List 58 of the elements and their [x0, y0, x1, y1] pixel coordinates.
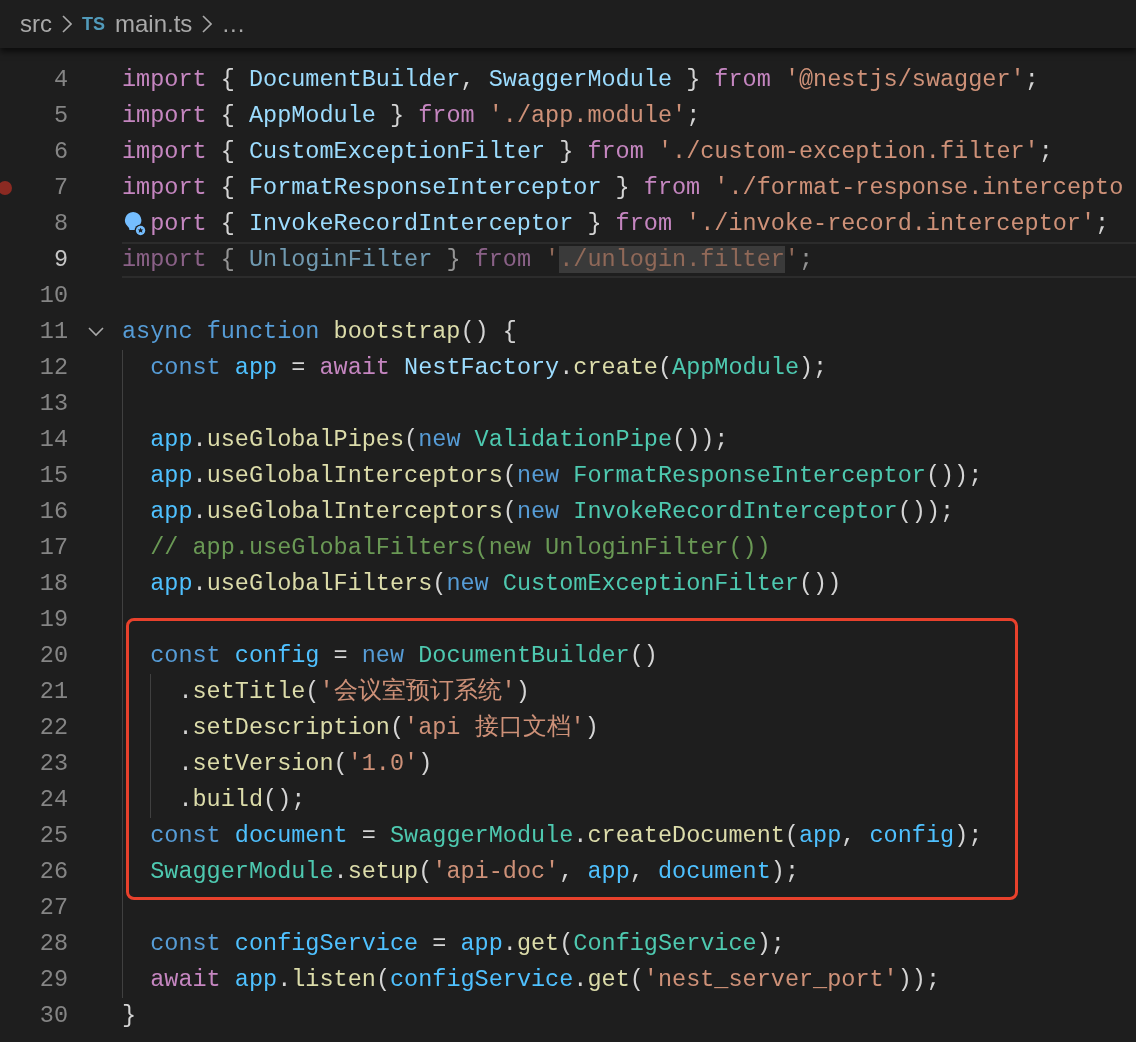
- lightbulb-icon[interactable]: [122, 210, 148, 238]
- line-number: 8: [52, 209, 68, 240]
- code-line: }: [122, 1001, 137, 1032]
- line-number: 27: [38, 893, 68, 924]
- fold-chevron-icon[interactable]: [88, 327, 104, 337]
- breadcrumb-more[interactable]: ...: [222, 6, 246, 42]
- line-number: 26: [38, 857, 68, 888]
- breadcrumb-item[interactable]: src: [20, 6, 52, 42]
- code-line: app.useGlobalInterceptors(new FormatResponseInterceptor());: [149, 461, 983, 492]
- line-number: 29: [38, 965, 68, 996]
- line-number: 13: [38, 389, 68, 420]
- line-number: 21: [38, 677, 68, 708]
- chevron-icon: [62, 15, 72, 33]
- line-number: 10: [38, 281, 68, 312]
- line-number: 11: [38, 317, 68, 348]
- line-number: 4: [52, 65, 68, 96]
- code-line: const configService = app.get(ConfigService);: [149, 929, 785, 960]
- code-line: const document = SwaggerModule.createDocument(app, config);: [149, 821, 983, 852]
- code-line: const config = new DocumentBuilder(): [149, 641, 658, 672]
- line-number: 19: [38, 605, 68, 636]
- line-number: 28: [38, 929, 68, 960]
- line-number: 23: [38, 749, 68, 780]
- code-line: await app.listen(configService.get('nest_server_port'));: [149, 965, 940, 996]
- code-line: port { InvokeRecordInterceptor } from './invoke-record.interceptor';: [150, 209, 1110, 240]
- code-line: app.useGlobalInterceptors(new InvokeRecordInterceptor());: [149, 497, 955, 528]
- code-line: app.useGlobalFilters(new CustomExceptionFilter()): [149, 569, 842, 600]
- line-number: 20: [38, 641, 68, 672]
- code-line: const app = await NestFactory.create(AppModule);: [149, 353, 828, 384]
- code-line: import { AppModule } from './app.module';: [122, 101, 701, 132]
- line-number: 15: [38, 461, 68, 492]
- code-line: SwaggerModule.setup('api-doc', app, document);: [149, 857, 799, 888]
- line-number: 14: [38, 425, 68, 456]
- code-line: async function bootstrap() {: [122, 317, 517, 348]
- line-number: 9: [52, 245, 68, 276]
- breadcrumb-item[interactable]: main.ts: [115, 6, 193, 42]
- code-line: import { UnloginFilter } from './unlogin.filter';: [122, 245, 814, 276]
- code-line: import { CustomExceptionFilter } from './custom-exception.filter';: [122, 137, 1053, 168]
- line-number: 7: [52, 173, 68, 204]
- line-number: 12: [38, 353, 68, 384]
- code-line: import { FormatResponseInterceptor } from './format-response.intercepto: [122, 173, 1124, 204]
- code-line: app.useGlobalPipes(new ValidationPipe());: [149, 425, 729, 456]
- line-number: 17: [38, 533, 68, 564]
- code-line: .build();: [177, 785, 306, 816]
- code-line: .setDescription('api 接口文档'): [177, 713, 599, 744]
- line-number: 16: [38, 497, 68, 528]
- line-number: 24: [38, 785, 68, 816]
- line-number: 5: [52, 101, 68, 132]
- line-number: 22: [38, 713, 68, 744]
- chevron-icon: [202, 15, 213, 33]
- file-type-label: TS: [82, 12, 105, 36]
- line-number: 30: [38, 1001, 68, 1032]
- code-line: import { DocumentBuilder, SwaggerModule } from '@nestjs/swagger';: [122, 65, 1039, 96]
- code-line: .setVersion('1.0'): [177, 749, 433, 780]
- code-line: .setTitle('会议室预订系统'): [177, 676, 530, 708]
- line-number: 18: [38, 569, 68, 600]
- code-comment: // app.useGlobalFilters(new UnloginFilter()): [149, 533, 771, 564]
- line-number: 25: [38, 821, 68, 852]
- line-number: 6: [52, 137, 68, 168]
